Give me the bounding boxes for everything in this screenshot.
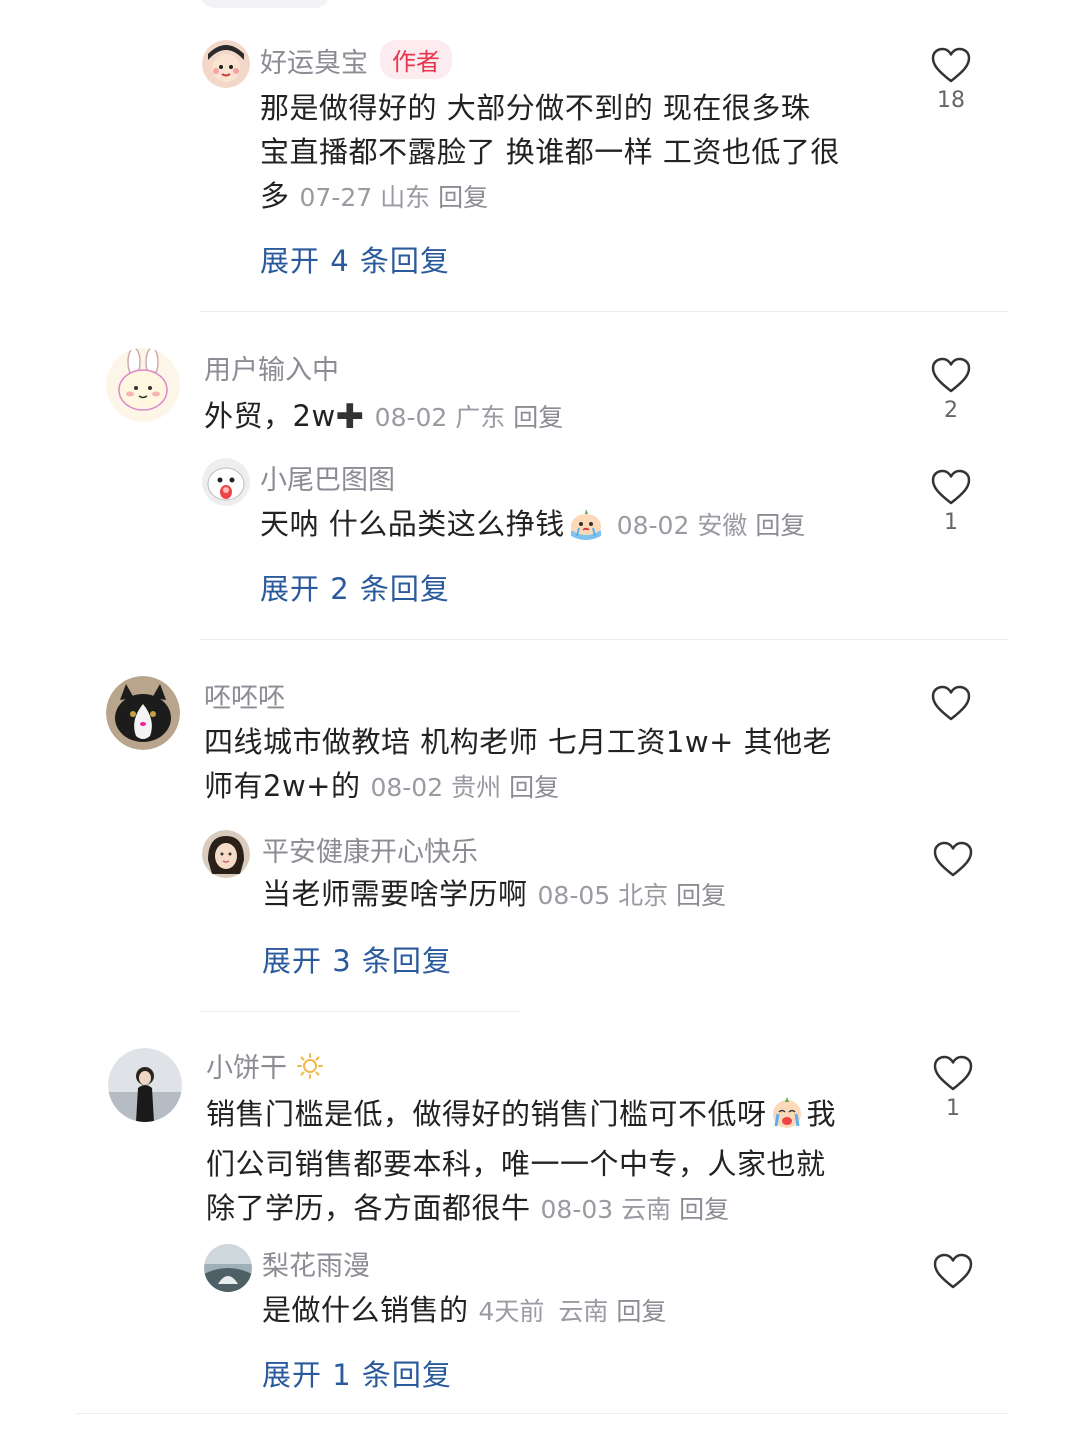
heart-icon — [933, 1055, 973, 1091]
plus-icon: ✚ — [335, 397, 365, 437]
reply-link[interactable]: 回复 — [755, 511, 805, 540]
avatar[interactable] — [204, 1244, 252, 1292]
reply-link[interactable]: 回复 — [509, 773, 559, 802]
comment-username[interactable]: 用户输入中 — [204, 348, 339, 387]
avatar[interactable] — [202, 830, 250, 878]
like-count — [918, 882, 988, 908]
author-badge: 作者 — [380, 40, 452, 79]
like-count: 1 — [944, 510, 958, 535]
comment-username[interactable]: 呸呸呸 — [204, 676, 285, 715]
avatar[interactable] — [108, 1048, 182, 1122]
reply-username[interactable]: 梨花雨漫 — [262, 1244, 370, 1283]
reply-text: 当老师需要啥学历啊 08-05 北京 回复 — [262, 872, 726, 918]
avatar[interactable] — [202, 458, 250, 506]
heart-icon — [931, 685, 971, 721]
username-text[interactable]: 小饼干 — [206, 1053, 287, 1084]
like-count — [918, 1294, 988, 1320]
reply-meta: 08-02 安徽 回复 — [616, 511, 806, 540]
expand-replies-link[interactable]: 展开 1 条回复 — [262, 1352, 452, 1394]
like-button[interactable]: 1 — [916, 468, 986, 536]
divider — [200, 311, 1008, 312]
comment-meta: 08-03 云南 回复 — [540, 1195, 730, 1224]
comment-text: 四线城市做教培 机构老师 七月工资1w+ 其他老 师有2w+的 08-02 贵州回… — [204, 720, 832, 810]
heart-icon — [933, 841, 973, 877]
previous-comment-stub — [200, 0, 330, 8]
like-button[interactable]: 2 — [916, 356, 986, 424]
comment-meta: 08-02 贵州 回复 — [370, 773, 560, 802]
like-button[interactable]: 18 — [916, 46, 986, 114]
comment-line: 师有2w+的 — [204, 769, 361, 803]
reply-link[interactable]: 回复 — [438, 183, 488, 212]
divider — [200, 1011, 520, 1012]
crying-emoji-icon — [769, 1096, 805, 1142]
comment-line: 除了学历，各方面都很牛 — [206, 1191, 531, 1225]
divider — [76, 1413, 1008, 1414]
heart-icon — [931, 469, 971, 505]
comment-line: 那是做得好的 大部分做不到的 现在很多珠 — [260, 91, 811, 125]
reply-link[interactable]: 回复 — [679, 1195, 729, 1224]
heart-icon — [931, 47, 971, 83]
expand-replies-link[interactable]: 展开 4 条回复 — [260, 238, 450, 280]
comment-line: 四线城市做教培 机构老师 七月工资1w+ 其他老 — [204, 725, 833, 759]
reply-body: 天呐 什么品类这么挣钱 — [260, 507, 565, 541]
reply-username[interactable]: 平安健康开心快乐 — [262, 830, 478, 869]
expand-replies-link[interactable]: 展开 2 条回复 — [260, 566, 450, 608]
comment-username[interactable]: 小饼干 — [206, 1046, 323, 1086]
heart-icon — [933, 1253, 973, 1289]
avatar[interactable] — [202, 40, 250, 88]
reply-meta: 4天前 云南 回复 — [478, 1297, 667, 1326]
sun-badge-icon — [297, 1053, 323, 1086]
reply-username[interactable]: 小尾巴图图 — [260, 458, 395, 497]
like-button[interactable] — [918, 840, 988, 908]
reply-link[interactable]: 回复 — [676, 881, 726, 910]
reply-body: 当老师需要啥学历啊 — [262, 877, 528, 911]
heart-icon — [931, 357, 971, 393]
comment-text: 销售门槛是低，做得好的销售门槛可不低呀我 们公司销售都要本科，唯一一个中专，人家… — [206, 1096, 837, 1225]
crying-emoji-icon — [567, 506, 605, 552]
avatar[interactable] — [106, 348, 180, 422]
like-button[interactable] — [918, 1252, 988, 1320]
comment-text: 外贸，2w✚ 08-02 广东 回复 — [204, 394, 563, 440]
like-count: 2 — [944, 398, 958, 423]
divider — [200, 639, 1008, 640]
like-button[interactable] — [916, 684, 986, 752]
comment-line: 多 — [260, 179, 290, 213]
reply-body: 是做什么销售的 — [262, 1293, 469, 1327]
avatar[interactable] — [106, 676, 180, 750]
comment-line: 们公司销售都要本科，唯一一个中专，人家也就 — [206, 1147, 826, 1181]
like-count — [916, 726, 986, 752]
comment-line: 宝直播都不露脸了 换谁都一样 工资也低了很 — [260, 135, 840, 169]
reply-link[interactable]: 回复 — [513, 403, 563, 432]
like-count: 18 — [937, 88, 965, 113]
reply-link[interactable]: 回复 — [616, 1297, 666, 1326]
expand-replies-link[interactable]: 展开 3 条回复 — [262, 938, 452, 980]
like-button[interactable]: 1 — [918, 1054, 988, 1122]
comment-text: 那是做得好的 大部分做不到的 现在很多珠 宝直播都不露脸了 换谁都一样 工资也低… — [260, 86, 840, 220]
comment-body: 外贸，2w — [204, 399, 336, 433]
comment-meta: 07-27 山东 回复 — [299, 183, 489, 212]
reply-text: 是做什么销售的 4天前 云南 回复 — [262, 1288, 666, 1334]
like-count: 1 — [946, 1096, 960, 1121]
username-text[interactable]: 好运臭宝 — [260, 48, 368, 79]
reply-meta: 08-05 北京 回复 — [537, 881, 727, 910]
comment-username[interactable]: 好运臭宝 作者 — [260, 40, 452, 80]
comment-meta: 08-02 广东 回复 — [374, 403, 564, 432]
comment-line: 销售门槛是低，做得好的销售门槛可不低呀 — [206, 1097, 767, 1131]
reply-text: 天呐 什么品类这么挣钱 08-02 安徽 回复 — [260, 502, 805, 552]
